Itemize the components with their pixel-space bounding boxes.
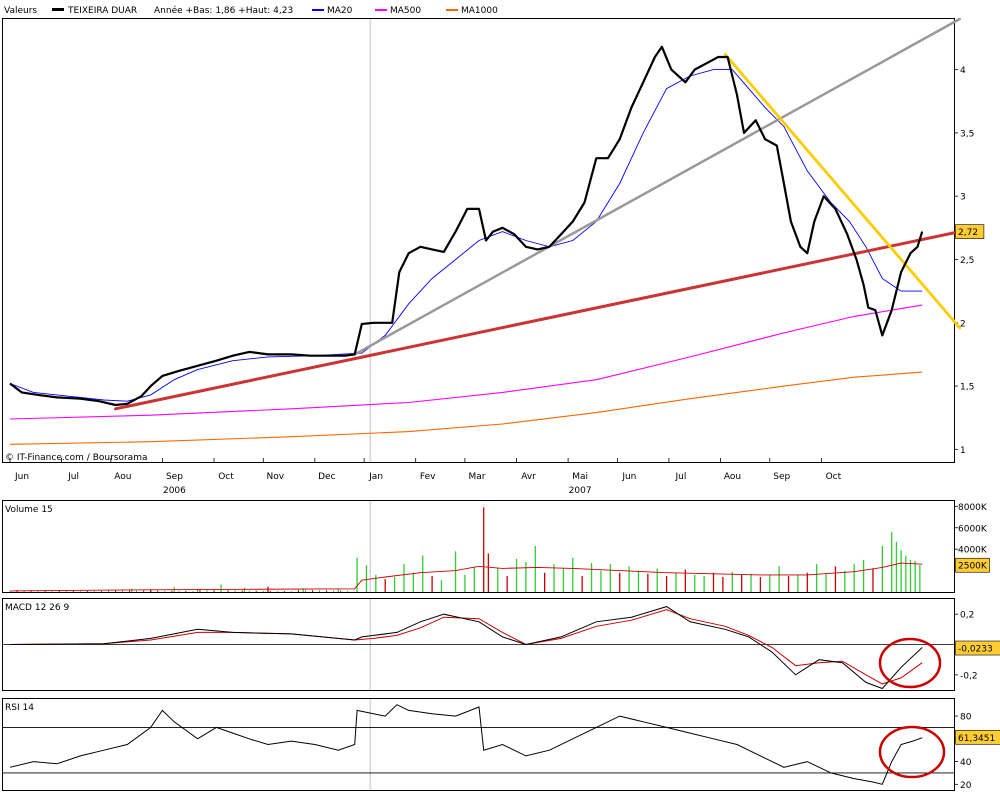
rsi-ytick-label: 40 <box>960 758 972 768</box>
month-label: Aou <box>114 472 131 482</box>
month-label: Mar <box>468 472 485 482</box>
month-label: Oct <box>826 472 842 482</box>
month-label: Jul <box>67 472 79 482</box>
legend-ma20-label: MA20 <box>327 6 353 16</box>
month-label: Dec <box>318 472 335 482</box>
volume-panel-title: Volume 15 <box>5 505 53 515</box>
legend-header: Valeurs <box>4 6 37 16</box>
month-label: Jun <box>621 472 636 482</box>
legend-ma1000-label: MA1000 <box>461 6 498 16</box>
volume-ytick-label: 6000K <box>958 524 988 534</box>
macd-ytick-label: 0,2 <box>960 611 974 621</box>
volume-panel-frame <box>2 500 955 593</box>
price-ytick-label: 2,5 <box>960 256 974 266</box>
volume-ytick-label: 4000K <box>958 546 988 556</box>
month-label: Jan <box>368 472 383 482</box>
month-label: Jun <box>14 472 29 482</box>
month-label: Jul <box>675 472 687 482</box>
price-last-value: 2,72 <box>958 228 978 238</box>
month-label: Sep <box>166 472 183 482</box>
month-label: Mai <box>572 472 588 482</box>
month-label: Nov <box>266 472 284 482</box>
rsi-last-value: 61,3451 <box>958 734 995 744</box>
macd-last-value: -0,0233 <box>958 645 993 655</box>
legend-ma1000-swatch <box>446 9 458 11</box>
volume-last-value: 2500K <box>958 562 988 572</box>
price-ytick-label: 3 <box>960 193 966 203</box>
rsi-panel-frame <box>2 698 955 791</box>
year-label: 2006 <box>163 486 186 496</box>
price-ytick-label: 1,5 <box>960 383 974 393</box>
price-ytick-label: 1 <box>960 446 966 456</box>
legend-ma500-swatch <box>375 9 387 11</box>
price-ytick-label: 3,5 <box>960 129 974 139</box>
legend-series-name: TEIXEIRA DUAR <box>67 6 137 16</box>
month-label: Aou <box>724 472 741 482</box>
legend-ma500-label: MA500 <box>390 6 421 16</box>
macd-panel-title: MACD 12 26 9 <box>5 603 69 613</box>
month-label: Sep <box>773 472 790 482</box>
watermark: © IT-Finance.com / Boursorama <box>5 453 147 463</box>
legend-range: Année +Bas: 1,86 +Haut: 4,23 <box>154 5 293 16</box>
rsi-ytick-label: 80 <box>960 713 972 723</box>
legend-ma20-swatch <box>312 9 324 11</box>
price-ytick-label: 4 <box>960 66 966 76</box>
rsi-ytick-label: 20 <box>960 781 972 791</box>
legend-price-swatch <box>52 8 64 11</box>
year-label: 2007 <box>569 486 592 496</box>
volume-ytick-label: 8000K <box>958 503 988 513</box>
month-label: Fev <box>420 472 436 482</box>
rsi-panel-title: RSI 14 <box>5 703 34 713</box>
month-label: Oct <box>218 472 234 482</box>
macd-ytick-label: -0,2 <box>960 671 978 681</box>
month-label: Avr <box>521 472 536 482</box>
stock-chart: Jun Jul Aou Sep Oct Nov Dec Jan Fev Mar Avr Mai Jun J… <box>2 5 1000 791</box>
